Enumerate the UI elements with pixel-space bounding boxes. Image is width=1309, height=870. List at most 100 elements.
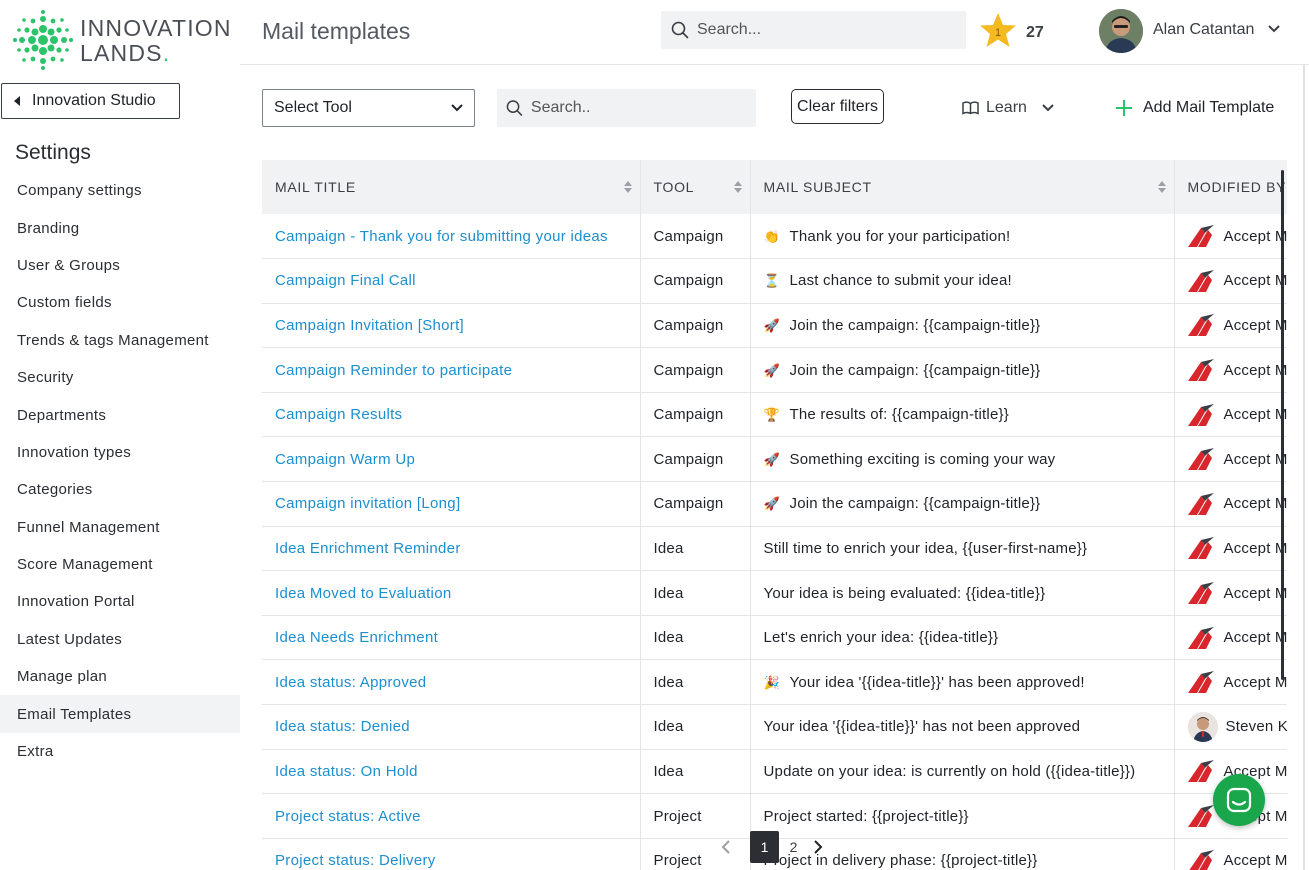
modified-by-cell: Accept Mission	[1174, 526, 1287, 572]
user-name[interactable]: Alan Catantan	[1153, 21, 1254, 39]
user-avatar[interactable]	[1099, 9, 1143, 53]
next-page-button[interactable]	[808, 839, 828, 855]
nav-item-custom-fields[interactable]: Custom fields	[0, 284, 240, 321]
learn-dropdown[interactable]: Learn	[962, 99, 1055, 117]
modified-by-name: Accept Mission	[1223, 450, 1288, 468]
nav-item-funnel-management[interactable]: Funnel Management	[0, 509, 240, 546]
mail-title-cell: Project status: Active	[262, 793, 641, 839]
column-header-mail-title[interactable]: MAIL TITLE	[262, 160, 641, 214]
steven-avatar	[1187, 711, 1218, 742]
mail-title-link[interactable]: Campaign Final Call	[275, 272, 416, 289]
chevron-down-icon[interactable]	[1267, 24, 1281, 34]
table-row[interactable]: Idea status: Approved Idea 🎉 Your idea '{{i…	[262, 659, 1287, 706]
accept-mission-logo-icon	[1187, 537, 1214, 560]
mail-title-link[interactable]: Idea Needs Enrichment	[275, 629, 438, 646]
nav-item-categories[interactable]: Categories	[0, 471, 240, 508]
mail-title-link[interactable]: Idea status: Denied	[275, 718, 410, 735]
column-header-modified-by[interactable]: MODIFIED BY	[1174, 160, 1287, 214]
tool-cell: Idea	[640, 749, 751, 795]
nav-item-email-templates[interactable]: Email Templates	[0, 695, 240, 733]
mail-subject-text: Let's enrich your idea: {{idea-title}}	[763, 629, 999, 647]
mail-title-link[interactable]: Campaign Warm Up	[275, 451, 415, 468]
mail-title-link[interactable]: Project status: Active	[275, 808, 421, 825]
mail-title-link[interactable]: Idea status: Approved	[275, 674, 426, 691]
mail-title-link[interactable]: Campaign Reminder to participate	[275, 362, 512, 379]
mail-subject-text: Still time to enrich your idea, {{user-f…	[763, 539, 1088, 557]
mail-subject-text: Join the campaign: {{campaign-title}}	[789, 361, 1041, 379]
table-row[interactable]: Idea status: On Hold Idea Update on your i…	[262, 749, 1287, 795]
table-scrollbar[interactable]	[1281, 170, 1284, 680]
nav-item-user-groups[interactable]: User & Groups	[0, 247, 240, 284]
nav-item-innovation-portal[interactable]: Innovation Portal	[0, 583, 240, 620]
innovation-lands-logo[interactable]: INNOVATION LANDS.	[12, 10, 232, 70]
mail-title-cell: Idea Enrichment Reminder	[262, 526, 641, 572]
search-icon	[671, 21, 689, 39]
mail-title-link[interactable]: Idea Moved to Evaluation	[275, 585, 451, 602]
nav-item-manage-plan[interactable]: Manage plan	[0, 658, 240, 695]
column-header-mail-subject[interactable]: MAIL SUBJECT	[750, 160, 1175, 214]
learn-label: Learn	[986, 99, 1027, 116]
page-1-button[interactable]: 1	[750, 831, 779, 863]
mail-subject-cell: ⏳ Last chance to submit your idea!	[750, 258, 1175, 304]
mail-title-link[interactable]: Idea status: On Hold	[275, 763, 418, 780]
table-row[interactable]: Idea Needs Enrichment Idea Let's enrich yo…	[262, 615, 1287, 661]
chevron-down-icon	[451, 104, 463, 112]
sort-icon	[1157, 181, 1166, 193]
mail-title-link[interactable]: Idea Enrichment Reminder	[275, 540, 461, 557]
mail-title-link[interactable]: Campaign Invitation [Short]	[275, 317, 464, 334]
star-level-icon[interactable]: 1	[979, 12, 1017, 48]
book-icon	[962, 101, 979, 115]
global-search[interactable]	[661, 11, 966, 49]
table-row[interactable]: Campaign Invitation [Short] Campaign 🚀 Join…	[262, 303, 1287, 349]
mail-title-link[interactable]: Campaign - Thank you for submitting your…	[275, 228, 608, 245]
nav-item-latest-updates[interactable]: Latest Updates	[0, 621, 240, 658]
table-row[interactable]: Idea Enrichment Reminder Idea Still time t…	[262, 526, 1287, 572]
global-search-input[interactable]	[697, 21, 937, 39]
table-row[interactable]: Campaign Results Campaign 🏆 The results of:…	[262, 392, 1288, 438]
page-scrollbar-track[interactable]	[1303, 65, 1305, 870]
template-search[interactable]	[497, 89, 756, 127]
table-row[interactable]: Idea Moved to Evaluation Idea Your idea is…	[262, 570, 1287, 616]
mail-title-link[interactable]: Project status: Delivery	[275, 852, 436, 869]
nav-item-score-management[interactable]: Score Management	[0, 546, 240, 583]
previous-page-button[interactable]	[716, 839, 736, 855]
back-button-label: Innovation Studio	[32, 92, 156, 109]
table-row[interactable]: Campaign Final Call Campaign ⏳ Last chance …	[262, 258, 1287, 304]
add-mail-template-button[interactable]: Add Mail Template	[1115, 99, 1274, 117]
select-tool-dropdown[interactable]: Select Tool	[262, 89, 475, 127]
table-row[interactable]: Campaign - Thank you for submitting your…	[262, 214, 1287, 260]
mail-title-cell: Idea Needs Enrichment	[262, 615, 641, 661]
mail-subject-text: Join the campaign: {{campaign-title}}	[789, 495, 1041, 513]
table-row[interactable]: Campaign invitation [Long] Campaign 🚀 Join …	[262, 481, 1287, 527]
mail-title-cell: Campaign invitation [Long]	[262, 481, 641, 527]
modified-by-name: Accept Mission	[1223, 406, 1288, 424]
mail-subject-text: The results of: {{campaign-title}}	[789, 406, 1009, 424]
header-divider	[240, 64, 1309, 65]
nav-item-departments[interactable]: Departments	[0, 396, 240, 433]
nav-item-innovation-types[interactable]: Innovation types	[0, 434, 240, 471]
subject-emoji: 🎉	[763, 674, 780, 690]
nav-item-company-settings[interactable]: Company settings	[0, 172, 240, 209]
clear-filters-button[interactable]: Clear filters	[791, 89, 884, 124]
mail-title-link[interactable]: Campaign invitation [Long]	[275, 495, 460, 512]
nav-item-extra[interactable]: Extra	[0, 733, 240, 770]
subject-emoji: 🏆	[763, 407, 780, 423]
column-header-tool[interactable]: TOOL	[640, 160, 751, 214]
chat-launcher-button[interactable]	[1213, 774, 1265, 826]
table-row[interactable]: Campaign Reminder to participate Campaign…	[262, 347, 1287, 393]
template-search-input[interactable]	[530, 99, 756, 117]
mail-title-link[interactable]: Campaign Results	[275, 406, 402, 423]
tool-cell: Campaign	[640, 214, 751, 260]
table-row[interactable]: Campaign Warm Up Campaign 🚀 Something excit…	[262, 436, 1288, 483]
mail-title-cell: Project status: Delivery	[262, 838, 641, 870]
table-row[interactable]: Idea status: Denied Idea Your idea '{{idea…	[262, 704, 1287, 750]
nav-item-branding[interactable]: Branding	[0, 209, 240, 246]
subject-emoji: ⏳	[763, 273, 780, 289]
innovation-studio-back-button[interactable]: Innovation Studio	[1, 83, 180, 119]
modified-by-cell: Accept Mission	[1174, 214, 1287, 260]
nav-item-trends-tags[interactable]: Trends & tags Management	[0, 322, 240, 359]
nav-item-security[interactable]: Security	[0, 359, 240, 396]
mail-title-cell: Idea status: Approved	[262, 659, 641, 706]
caret-left-icon	[14, 96, 20, 106]
page-2-button[interactable]: 2	[779, 831, 808, 863]
